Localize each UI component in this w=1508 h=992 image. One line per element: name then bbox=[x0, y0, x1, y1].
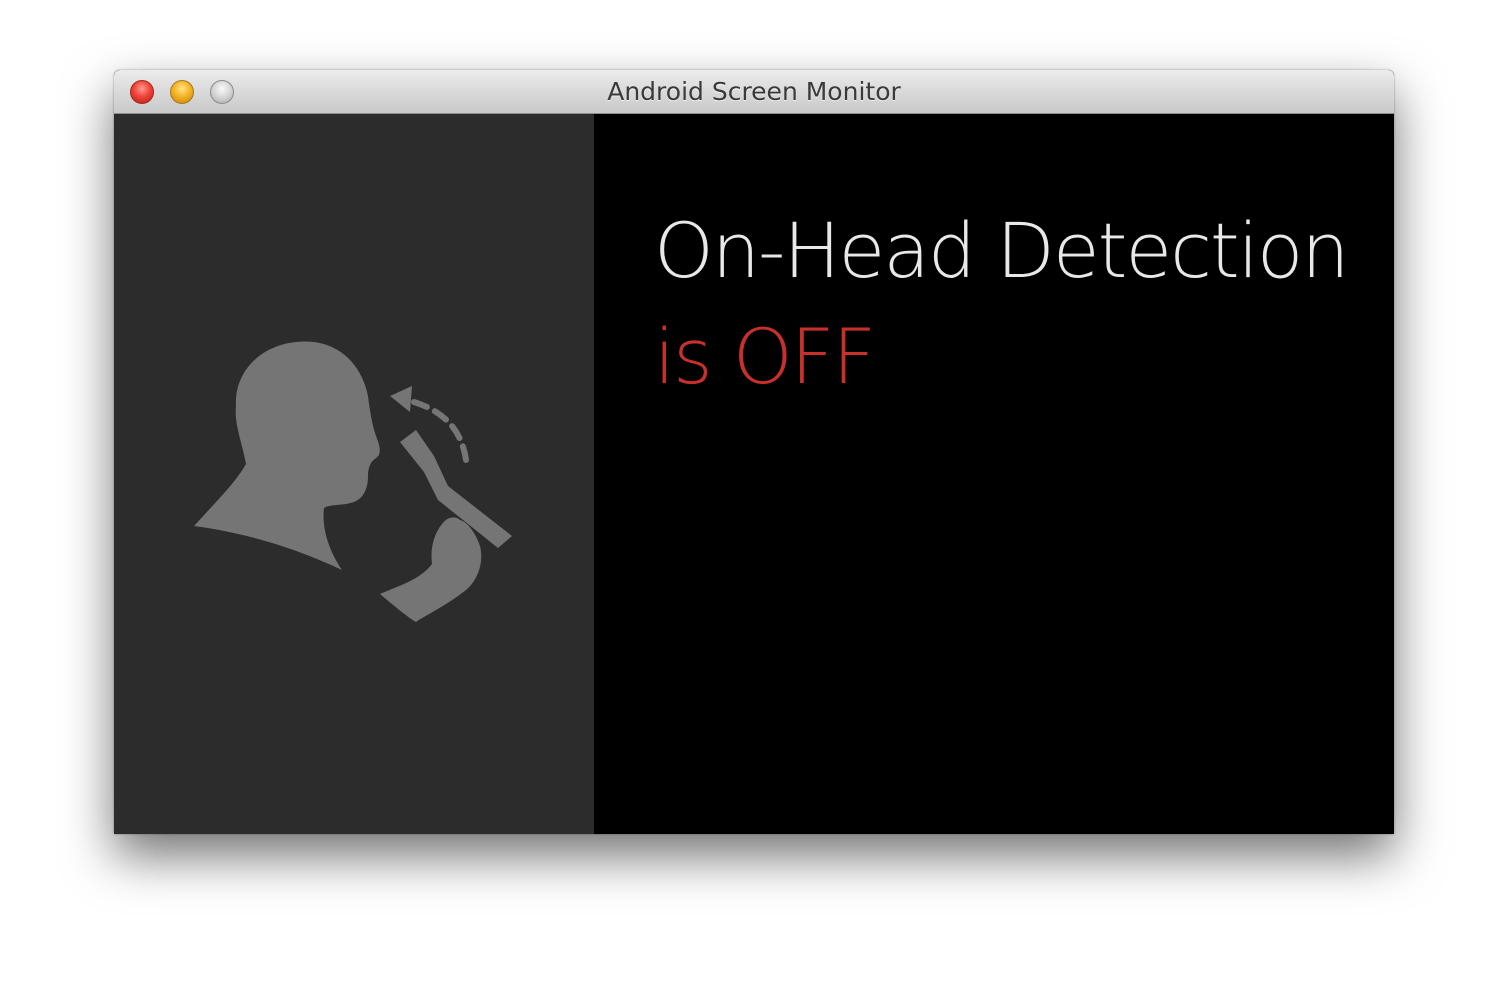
title-bar[interactable]: Android Screen Monitor bbox=[114, 70, 1394, 114]
detection-heading: On-Head Detection bbox=[654, 206, 1349, 295]
app-window: Android Screen Monitor On-Head Detection bbox=[114, 70, 1394, 834]
detection-status: is OFF bbox=[654, 312, 876, 401]
head-with-glass-icon bbox=[194, 341, 512, 622]
illustration-panel bbox=[114, 114, 594, 834]
status-panel: On-Head Detection is OFF bbox=[594, 114, 1394, 834]
window-title: Android Screen Monitor bbox=[607, 77, 901, 106]
screen-content: On-Head Detection is OFF bbox=[114, 114, 1394, 834]
